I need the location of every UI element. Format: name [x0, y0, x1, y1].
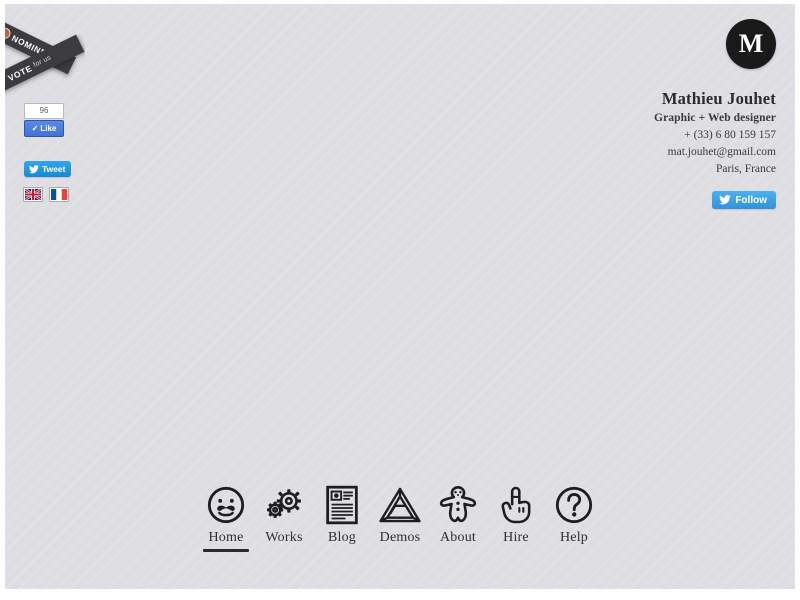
- document-article-icon: [325, 482, 359, 528]
- nav-label: Hire: [503, 530, 529, 545]
- facebook-like-button[interactable]: ✓ Like: [24, 120, 64, 137]
- logo-monogram[interactable]: M: [726, 19, 776, 69]
- page-canvas: NOMINEE VOTE for us 96 ✓ Like Tweet M Ma…: [5, 4, 795, 589]
- penrose-triangle-icon: [378, 482, 422, 528]
- nav-item-help[interactable]: Help: [545, 482, 603, 552]
- nav-label: Works: [265, 530, 303, 545]
- flag-france-icon[interactable]: [49, 187, 69, 202]
- role-subtitle: Graphic + Web designer: [654, 112, 776, 124]
- twitter-tweet-button[interactable]: Tweet: [24, 161, 72, 177]
- twitter-bird-icon: [29, 164, 39, 174]
- ribbon-vote-sublabel: for us: [32, 54, 53, 69]
- twitter-follow-button[interactable]: Follow: [712, 191, 776, 209]
- page-title: Mathieu Jouhet: [661, 89, 776, 108]
- pointing-hand-icon: [499, 482, 533, 528]
- facebook-like-count: 96: [24, 103, 64, 119]
- facebook-like-label: Like: [40, 124, 57, 133]
- nav-item-hire[interactable]: Hire: [487, 482, 545, 552]
- nav-item-about[interactable]: About: [429, 482, 487, 552]
- gingerbread-man-icon: [439, 482, 477, 528]
- mustache-face-icon: [206, 482, 246, 528]
- language-switcher[interactable]: [23, 187, 69, 202]
- nominee-vote-ribbon[interactable]: NOMINEE VOTE for us: [5, 4, 85, 99]
- nav-label: Home: [208, 530, 244, 545]
- email-address[interactable]: mat.jouhet@gmail.com: [456, 145, 776, 160]
- nav-item-demos[interactable]: Demos: [371, 482, 429, 552]
- flag-united-kingdom-icon[interactable]: [23, 187, 43, 202]
- nav-item-blog[interactable]: Blog: [313, 482, 371, 552]
- location-text: Paris, France: [715, 163, 776, 175]
- twitter-tweet-label: Tweet: [42, 164, 66, 174]
- ribbon-vote-label: VOTE: [6, 62, 34, 83]
- nav-label: Demos: [379, 530, 421, 545]
- check-icon: ✓: [31, 123, 39, 133]
- gears-icon: [263, 482, 305, 528]
- nav-item-works[interactable]: Works: [255, 482, 313, 552]
- phone-number: + (33) 6 80 159 157: [684, 129, 776, 141]
- twitter-bird-icon: [719, 195, 732, 205]
- identity-block: M Mathieu Jouhet Graphic + Web designer …: [456, 19, 776, 210]
- active-nav-underline: [203, 549, 249, 552]
- twitter-follow-label: Follow: [735, 194, 767, 206]
- logo-letter: M: [738, 29, 764, 58]
- facebook-like-widget[interactable]: 96 ✓ Like: [24, 103, 64, 137]
- nav-item-home[interactable]: Home: [197, 482, 255, 552]
- nav-label: Help: [559, 530, 588, 545]
- main-navigation: Home Works Blog Demos About Hire Help: [5, 482, 795, 552]
- question-mark-circle-icon: [554, 482, 594, 528]
- nav-label: Blog: [327, 530, 357, 545]
- nav-label: About: [440, 530, 476, 545]
